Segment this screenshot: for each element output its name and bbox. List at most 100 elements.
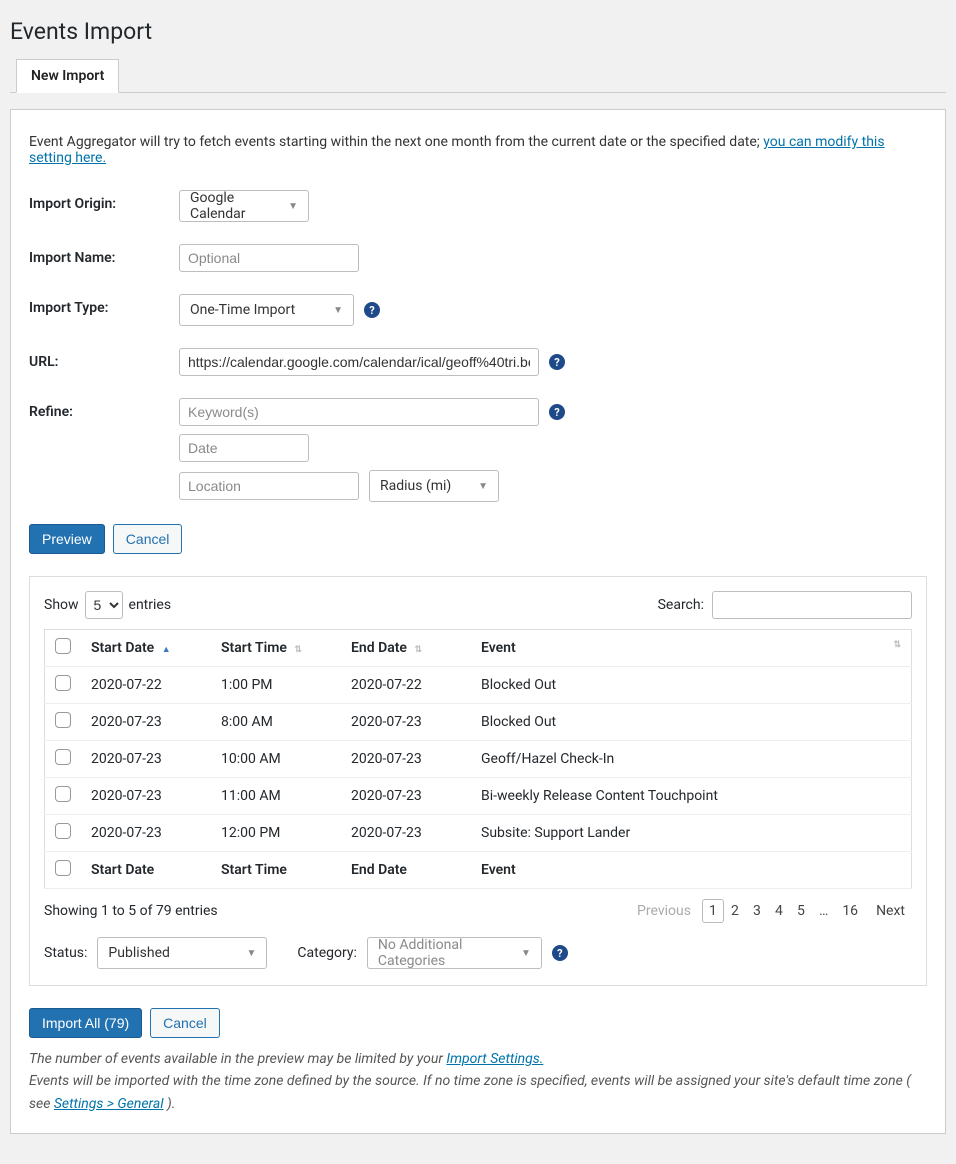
footer-note-1: The number of events available in the pr…: [29, 1051, 446, 1067]
col-end-date[interactable]: End Date ⇅: [341, 630, 471, 667]
page-title: Events Import: [10, 18, 946, 45]
import-type-label: Import Type:: [29, 294, 179, 316]
cell-event: Subsite: Support Lander: [471, 815, 912, 852]
tabs-wrapper: New Import: [10, 59, 946, 93]
cell-event: Geoff/Hazel Check-In: [471, 741, 912, 778]
page-button-5[interactable]: 5: [790, 899, 812, 923]
row-checkbox[interactable]: [55, 712, 71, 728]
radius-select[interactable]: Radius (mi) ▼: [369, 470, 499, 502]
import-origin-label: Import Origin:: [29, 190, 179, 212]
page-button-2[interactable]: 2: [724, 899, 746, 923]
info-line: Event Aggregator will try to fetch event…: [29, 134, 927, 166]
entries-label: entries: [129, 597, 172, 613]
cell-end-date: 2020-07-23: [341, 778, 471, 815]
sort-asc-icon: ▲: [162, 645, 171, 655]
row-checkbox[interactable]: [55, 786, 71, 802]
date-input[interactable]: [179, 434, 309, 462]
table-row: 2020-07-2310:00 AM2020-07-23Geoff/Hazel …: [45, 741, 912, 778]
search-label: Search:: [658, 597, 704, 613]
cell-start-date: 2020-07-22: [81, 667, 211, 704]
status-value: Published: [108, 945, 169, 961]
import-origin-select[interactable]: Google Calendar ▼: [179, 190, 309, 222]
import-origin-value: Google Calendar: [190, 190, 278, 222]
help-icon[interactable]: ?: [364, 302, 380, 318]
table-row: 2020-07-221:00 PM2020-07-22Blocked Out: [45, 667, 912, 704]
table-row: 2020-07-2312:00 PM2020-07-23Subsite: Sup…: [45, 815, 912, 852]
category-select[interactable]: No Additional Categories ▼: [367, 937, 542, 969]
col-start-time-footer: Start Time: [211, 852, 341, 889]
entries-select[interactable]: 5: [85, 591, 123, 619]
status-select[interactable]: Published ▼: [97, 937, 267, 969]
import-all-button[interactable]: Import All (79): [29, 1008, 142, 1038]
info-text: Event Aggregator will try to fetch event…: [29, 134, 763, 150]
import-type-value: One-Time Import: [190, 302, 295, 318]
page-button-16[interactable]: 16: [835, 899, 865, 923]
table-row: 2020-07-2311:00 AM2020-07-23Bi-weekly Re…: [45, 778, 912, 815]
settings-general-link[interactable]: Settings > General: [54, 1096, 164, 1112]
col-end-date-footer: End Date: [341, 852, 471, 889]
help-icon[interactable]: ?: [549, 354, 565, 370]
url-input[interactable]: [179, 348, 539, 376]
row-checkbox[interactable]: [55, 749, 71, 765]
keywords-input[interactable]: [179, 398, 539, 426]
cancel-button[interactable]: Cancel: [113, 524, 183, 554]
cell-event: Blocked Out: [471, 667, 912, 704]
location-input[interactable]: [179, 472, 359, 500]
caret-down-icon: ▼: [247, 948, 257, 959]
help-icon[interactable]: ?: [549, 404, 565, 420]
content-card: Event Aggregator will try to fetch event…: [10, 109, 946, 1134]
category-value: No Additional Categories: [378, 937, 511, 969]
status-label: Status:: [44, 945, 87, 961]
page-button-1[interactable]: 1: [702, 899, 724, 923]
next-page-button[interactable]: Next: [869, 899, 912, 923]
page-ellipsis: …: [812, 899, 835, 923]
cell-end-date: 2020-07-23: [341, 704, 471, 741]
tab-new-import[interactable]: New Import: [16, 59, 119, 93]
cell-start-time: 10:00 AM: [211, 741, 341, 778]
pagination: Previous 12345…16 Next: [630, 899, 912, 923]
cell-start-time: 1:00 PM: [211, 667, 341, 704]
table-row: 2020-07-238:00 AM2020-07-23Blocked Out: [45, 704, 912, 741]
cell-start-time: 11:00 AM: [211, 778, 341, 815]
page-button-3[interactable]: 3: [746, 899, 768, 923]
import-name-label: Import Name:: [29, 244, 179, 266]
row-checkbox[interactable]: [55, 823, 71, 839]
col-start-time-label: Start Time: [221, 640, 287, 656]
sort-icon: ⇅: [294, 645, 302, 655]
import-name-input[interactable]: [179, 244, 359, 272]
footer-notes: The number of events available in the pr…: [29, 1048, 927, 1115]
col-start-time[interactable]: Start Time ⇅: [211, 630, 341, 667]
select-all-checkbox[interactable]: [55, 638, 71, 654]
col-event-label: Event: [481, 640, 516, 656]
cancel-footer-button[interactable]: Cancel: [150, 1008, 220, 1038]
caret-down-icon: ▼: [478, 481, 488, 492]
col-start-date[interactable]: Start Date ▲: [81, 630, 211, 667]
import-settings-link[interactable]: Import Settings.: [446, 1051, 543, 1067]
import-type-select[interactable]: One-Time Import ▼: [179, 294, 354, 326]
caret-down-icon: ▼: [333, 305, 343, 316]
cell-end-date: 2020-07-23: [341, 815, 471, 852]
refine-label: Refine:: [29, 398, 179, 420]
preview-card: Show 5 entries Search: Start Date ▲: [29, 576, 927, 986]
cell-event: Blocked Out: [471, 704, 912, 741]
select-all-checkbox-footer[interactable]: [55, 860, 71, 876]
category-label: Category:: [297, 945, 356, 961]
cell-end-date: 2020-07-23: [341, 741, 471, 778]
sort-icon: ⇅: [414, 645, 422, 655]
cell-start-time: 8:00 AM: [211, 704, 341, 741]
prev-page-button[interactable]: Previous: [630, 899, 698, 923]
col-start-date-label: Start Date: [91, 640, 154, 656]
col-end-date-label: End Date: [351, 640, 407, 656]
col-start-date-footer: Start Date: [81, 852, 211, 889]
col-event-footer: Event: [471, 852, 912, 889]
caret-down-icon: ▼: [521, 948, 531, 959]
page-button-4[interactable]: 4: [768, 899, 790, 923]
url-label: URL:: [29, 348, 179, 370]
search-input[interactable]: [712, 591, 912, 619]
col-event[interactable]: Event ⇅: [471, 630, 912, 667]
help-icon[interactable]: ?: [552, 945, 568, 961]
sort-icon: ⇅: [893, 640, 901, 650]
preview-button[interactable]: Preview: [29, 524, 105, 554]
radius-value: Radius (mi): [380, 478, 451, 494]
row-checkbox[interactable]: [55, 675, 71, 691]
